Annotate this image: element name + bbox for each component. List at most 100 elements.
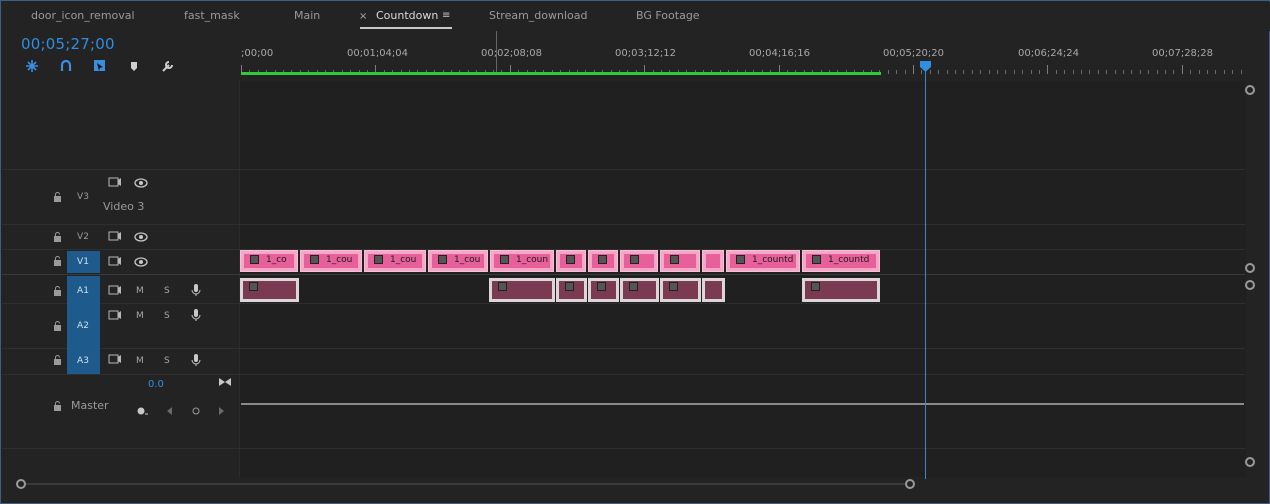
tab-countdown[interactable]: Countdown [376,9,438,22]
track-label-a2[interactable]: A2 [71,321,95,331]
sync-lock-icon[interactable] [108,231,122,243]
add-keyframe-icon[interactable] [135,405,149,417]
sync-lock-icon[interactable] [108,310,122,322]
keyframe-icon[interactable] [189,405,203,417]
track-label-a1[interactable]: A1 [71,286,95,296]
sync-lock-icon[interactable] [108,354,122,366]
eye-icon[interactable] [134,256,148,268]
video-clip[interactable]: 1_cou [300,250,362,272]
microphone-icon[interactable] [189,308,203,321]
video-clip[interactable]: 1_countd [726,250,800,272]
tab-main[interactable]: Main [294,9,320,22]
fx-icon [736,255,745,264]
lock-icon[interactable] [53,232,62,242]
video-clip[interactable]: 1_cou [428,250,488,272]
microphone-icon[interactable] [189,283,203,296]
video-scroll-top-handle[interactable] [1245,85,1255,95]
close-icon[interactable]: × [359,11,367,22]
time-ruler[interactable]: ;00;00 00;01;04;04 00;02;08;08 00;03;12;… [240,31,1246,77]
track-label-v3[interactable]: V3 [71,192,95,202]
audio-scroll-top-handle[interactable] [1245,280,1255,290]
ruler-tick [1072,70,1074,74]
tab-stream-download[interactable]: Stream_download [489,9,588,22]
tab-door-icon-removal[interactable]: door_icon_removal [31,9,135,22]
lock-icon[interactable] [53,192,62,202]
audio-scroll-bottom-handle[interactable] [1245,457,1255,467]
fx-icon [566,255,575,264]
fx-icon [812,255,821,264]
video-clip[interactable]: 1_cou [364,250,426,272]
video-clip[interactable] [556,250,586,272]
horizontal-scrollbar[interactable] [21,483,907,485]
tab-fast-mask[interactable]: fast_mask [184,9,240,22]
track-label-v1[interactable]: V1 [71,257,95,267]
add-edit-icon[interactable] [92,58,108,74]
next-keyframe-icon[interactable] [214,405,228,417]
lock-icon[interactable] [53,256,62,266]
solo-button[interactable]: S [164,311,170,321]
video-clip[interactable] [660,250,700,272]
master-volume-value[interactable]: 0.0 [148,379,164,390]
playhead-line[interactable] [925,67,926,479]
ruler-tick [1190,70,1192,74]
track-name-video-3[interactable]: Video 3 [103,200,144,213]
video-clip[interactable]: 1_co [240,250,298,272]
audio-clip[interactable] [556,278,587,302]
eye-icon[interactable] [134,231,148,243]
master-bowtie-icon[interactable] [218,376,232,388]
audio-clip[interactable] [620,278,659,302]
track-area[interactable] [240,81,1246,477]
video-clip[interactable] [620,250,658,272]
video-clip[interactable] [702,250,724,272]
video-clip[interactable] [588,250,618,272]
ruler-tick [1022,70,1024,74]
solo-button[interactable]: S [164,356,170,366]
mute-button[interactable]: M [136,356,144,366]
track-label-v2[interactable]: V2 [71,232,95,242]
audio-clip[interactable] [489,278,555,302]
ruler-tick [946,70,948,74]
ruler-label: 00;05;20;20 [883,48,945,59]
prev-keyframe-icon[interactable] [163,405,177,417]
lock-icon[interactable] [53,286,62,296]
h-scroll-right-handle[interactable] [905,479,915,489]
ruler-tick [1131,70,1133,74]
master-volume-line[interactable] [241,403,1244,405]
audio-clip[interactable] [660,278,701,302]
fx-icon [498,282,507,291]
marker-icon[interactable] [126,58,142,74]
sync-lock-icon[interactable] [108,177,122,189]
fx-icon [249,282,258,291]
sync-lock-icon[interactable] [108,256,122,268]
track-label-a3[interactable]: A3 [71,356,95,366]
microphone-icon[interactable] [189,353,203,366]
audio-clip[interactable] [802,278,880,302]
video-scroll-bottom-handle[interactable] [1245,263,1255,273]
tab-menu-icon[interactable]: ≡ [442,10,450,21]
mute-button[interactable]: M [136,286,144,296]
eye-icon[interactable] [134,177,148,189]
mute-button[interactable]: M [136,311,144,321]
playhead-timecode[interactable]: 00;05;27;00 [21,35,115,53]
lock-icon[interactable] [53,401,62,411]
solo-button[interactable]: S [164,286,170,296]
video-clip[interactable]: 1_coun [490,250,554,272]
work-area-bar[interactable] [241,72,881,75]
track-divider [2,224,1245,225]
h-scroll-left-handle[interactable] [16,479,26,489]
tab-bg-footage[interactable]: BG Footage [636,9,700,22]
fx-icon [629,282,638,291]
lock-icon[interactable] [53,355,62,365]
lock-icon[interactable] [53,321,62,331]
audio-clip[interactable] [702,278,725,302]
video-clip[interactable]: 1_countd [802,250,880,272]
linked-selection-icon[interactable] [58,58,74,74]
ruler-tick [1181,65,1183,74]
audio-clip[interactable] [588,278,619,302]
ruler-tick [1223,70,1225,74]
sync-lock-icon[interactable] [108,285,122,297]
ruler-tick [1148,70,1150,74]
settings-wrench-icon[interactable] [160,58,176,74]
snap-icon[interactable] [24,58,40,74]
audio-clip[interactable] [240,278,299,302]
